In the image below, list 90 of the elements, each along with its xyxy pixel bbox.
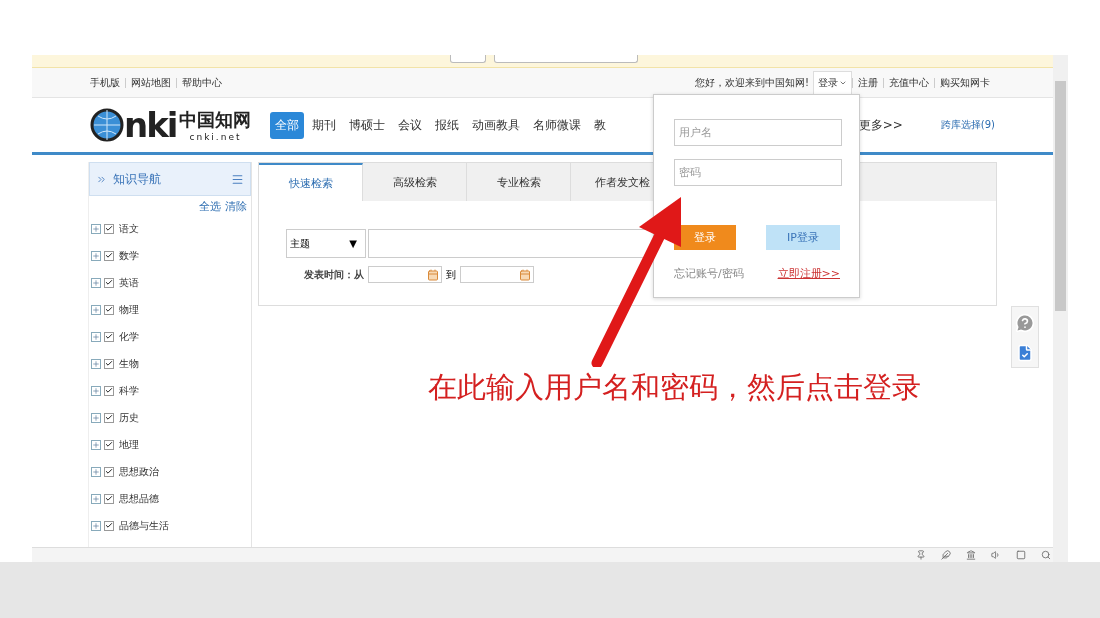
calendar-icon[interactable]	[519, 268, 531, 281]
clear-link[interactable]: 清除	[225, 199, 247, 214]
more-link[interactable]: 更多>>	[858, 116, 903, 134]
checkbox[interactable]	[104, 466, 114, 477]
top-link[interactable]: 注册	[852, 77, 883, 88]
checkbox[interactable]	[104, 412, 114, 423]
nav-tab[interactable]: 全部	[270, 111, 304, 139]
checkbox[interactable]	[104, 277, 114, 288]
nav-tab[interactable]: 报纸	[430, 111, 464, 139]
password-field[interactable]: 密码	[674, 159, 842, 186]
search-tab[interactable]: 快速检索	[259, 163, 363, 201]
expand-toggle[interactable]	[91, 331, 101, 342]
ip-login-button[interactable]: IP登录	[766, 225, 840, 250]
subject-label: 化学	[119, 329, 139, 344]
to-label: 到	[446, 267, 456, 282]
checkbox[interactable]	[104, 223, 114, 234]
checkbox[interactable]	[104, 493, 114, 504]
subject-label: 英语	[119, 275, 139, 290]
checkbox[interactable]	[104, 331, 114, 342]
checkbox[interactable]	[104, 385, 114, 396]
field-select[interactable]: 主题 ▼	[286, 229, 366, 258]
subject-label: 语文	[119, 221, 139, 236]
subject-label: 生物	[119, 356, 139, 371]
menu-icon[interactable]	[231, 172, 244, 186]
nav-tab[interactable]: 名师微课	[528, 111, 586, 139]
checkbox[interactable]	[104, 439, 114, 450]
subject-label: 地理	[119, 437, 139, 452]
subject-label: 思想政治	[119, 464, 159, 479]
pin-icon[interactable]	[916, 550, 926, 560]
nav-tab[interactable]: 会议	[393, 111, 427, 139]
logo-text: nki	[124, 105, 177, 145]
search-icon[interactable]	[1041, 550, 1051, 560]
top-link[interactable]: 网站地图	[125, 77, 176, 88]
forgot-link[interactable]: 忘记账号/密码	[674, 266, 744, 281]
expand-toggle[interactable]	[91, 439, 101, 450]
expand-toggle[interactable]	[91, 304, 101, 315]
subject-label: 品德与生活	[119, 518, 169, 533]
expand-toggle[interactable]	[91, 520, 101, 531]
expand-toggle[interactable]	[91, 223, 101, 234]
sidebar-title: 知识导航	[113, 170, 161, 188]
date-field[interactable]	[460, 266, 534, 283]
annotation-text: 在此输入用户名和密码，然后点击登录	[428, 369, 921, 406]
select-all-link[interactable]: 全选	[199, 199, 221, 214]
scrollbar[interactable]	[1053, 55, 1068, 562]
help-bubble-icon[interactable]	[1015, 312, 1035, 333]
nav-tab[interactable]: 博硕士	[344, 111, 390, 139]
subject-label: 数学	[119, 248, 139, 263]
notice-button[interactable]	[450, 55, 486, 63]
greeting-text: 您好，欢迎来到中国知网!	[695, 75, 809, 90]
building-icon[interactable]	[966, 550, 976, 560]
nav-tab[interactable]: 动画教具	[467, 111, 525, 139]
speaker-icon[interactable]	[991, 550, 1001, 560]
nav-tab[interactable]: 期刊	[307, 111, 341, 139]
square-icon[interactable]	[1016, 550, 1026, 560]
top-link[interactable]: 购买知网卡	[934, 77, 995, 88]
login-link[interactable]: 登录	[813, 71, 852, 94]
notice-field[interactable]	[494, 55, 638, 63]
expand-toggle[interactable]	[91, 493, 101, 504]
checkbox[interactable]	[104, 358, 114, 369]
expand-toggle[interactable]	[91, 466, 101, 477]
globe-icon	[90, 108, 124, 142]
register-link[interactable]: 立即注册>>	[777, 266, 840, 281]
logo-domain: cnki.net	[189, 132, 242, 142]
subject-label: 物理	[119, 302, 139, 317]
subject-label: 思想品德	[119, 491, 159, 506]
calendar-icon[interactable]	[427, 268, 439, 281]
document-check-icon[interactable]	[1016, 343, 1034, 362]
top-link[interactable]: 手机版	[90, 77, 125, 88]
caret-icon	[839, 79, 847, 87]
top-link[interactable]: 帮助中心	[176, 77, 227, 88]
checkbox[interactable]	[104, 304, 114, 315]
feather-icon[interactable]	[941, 550, 951, 560]
checkbox[interactable]	[104, 520, 114, 531]
date-label: 发表时间：从	[304, 267, 364, 282]
search-tab[interactable]: 专业检索	[467, 163, 571, 201]
date-field[interactable]	[368, 266, 442, 283]
subject-label: 科学	[119, 383, 139, 398]
expand-toggle[interactable]	[91, 412, 101, 423]
username-field[interactable]: 用户名	[674, 119, 842, 146]
search-tab[interactable]: 高级检索	[363, 163, 467, 201]
cross-database-link[interactable]: 跨库选择(9)	[940, 118, 995, 132]
expand-toggle[interactable]	[91, 277, 101, 288]
top-link[interactable]: 充值中心	[883, 77, 934, 88]
expand-toggle[interactable]	[91, 385, 101, 396]
expand-toggle[interactable]	[91, 358, 101, 369]
expand-toggle[interactable]	[91, 250, 101, 261]
logo-name: 中国知网	[179, 108, 252, 132]
nav-tab[interactable]: 教	[589, 111, 611, 139]
subject-label: 历史	[119, 410, 139, 425]
checkbox[interactable]	[104, 250, 114, 261]
